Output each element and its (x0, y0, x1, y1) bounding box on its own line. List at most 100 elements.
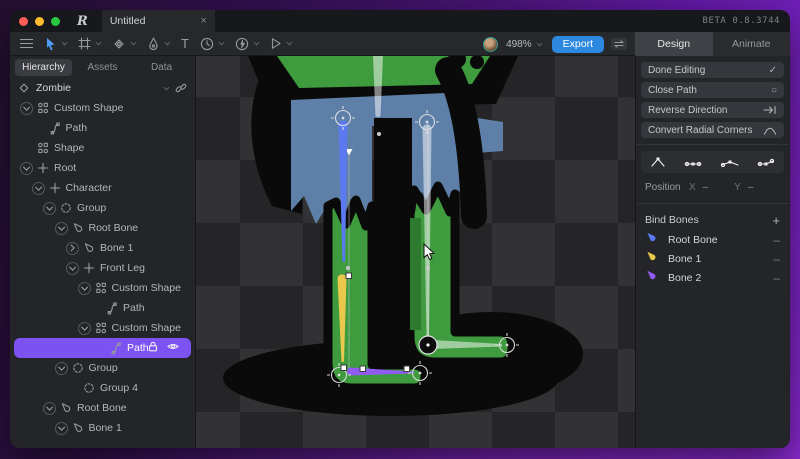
position-y-value[interactable]: – (748, 182, 754, 193)
menu-icon[interactable] (20, 38, 33, 49)
sidebar-tab-data[interactable]: Data (133, 59, 190, 76)
artboard-name: Zombie (36, 82, 72, 94)
tree-row-path[interactable]: Path (10, 298, 195, 318)
caret-down-icon[interactable] (20, 101, 33, 115)
tree-row-path[interactable]: Path (10, 118, 195, 138)
minimize-window-button[interactable] (35, 16, 44, 26)
select-tool[interactable] (44, 37, 68, 51)
events-tool[interactable] (235, 37, 260, 51)
user-avatar[interactable] (483, 36, 499, 52)
caret-down-icon[interactable] (43, 401, 56, 415)
done-editing-button[interactable]: Done Editing ✓ (641, 62, 784, 78)
straight-vertex-icon[interactable] (720, 156, 740, 168)
zoom-window-button[interactable] (51, 16, 60, 26)
tree-row-bone-1[interactable]: Bone 1 (10, 238, 195, 258)
position-label: Position (645, 181, 681, 193)
chevron-down-icon[interactable] (164, 39, 171, 46)
bone-icon (645, 250, 658, 268)
pen-tool[interactable] (147, 36, 171, 51)
stage[interactable] (196, 50, 635, 448)
caret-down-icon[interactable] (77, 281, 91, 295)
selected-joint-marker[interactable] (418, 335, 438, 355)
visibility-eye-icon[interactable] (167, 342, 179, 354)
tree-row-custom-shape[interactable]: Custom Shape (10, 278, 195, 298)
caret-down-icon[interactable] (66, 261, 79, 275)
text-tool[interactable]: T (181, 36, 189, 51)
caret-down-icon[interactable] (43, 201, 56, 215)
caret-down-icon[interactable] (54, 361, 68, 375)
sidebar-tab-hierarchy[interactable]: Hierarchy (15, 58, 72, 76)
group-icon (70, 362, 86, 374)
caret-down-icon[interactable] (77, 321, 91, 335)
tree-row-path[interactable]: Path (14, 338, 191, 358)
close-window-button[interactable] (19, 16, 28, 26)
chevron-down-icon[interactable] (61, 39, 68, 46)
tree-row-custom-shape[interactable]: Custom Shape (10, 98, 195, 118)
bound-bone-row[interactable]: Bone 2 – (636, 268, 789, 287)
tree-row-root[interactable]: Root (10, 158, 195, 178)
chevron-down-icon[interactable] (163, 84, 170, 90)
mode-tab-animate[interactable]: Animate (712, 32, 790, 56)
close-path-button[interactable]: Close Path ○ (641, 82, 784, 98)
corner-vertex-icon[interactable] (649, 156, 667, 168)
tree-label: Group 4 (100, 382, 138, 394)
tree-row-root-bone[interactable]: Root Bone (10, 218, 195, 238)
chevron-down-icon[interactable] (253, 39, 260, 46)
tree-row-custom-shape[interactable]: Custom Shape (10, 318, 195, 338)
export-button[interactable]: Export (551, 35, 604, 53)
remove-bone-button[interactable]: – (773, 252, 780, 266)
title-bar: R Untitled × BETA 0.8.3744 (10, 10, 790, 32)
artboard-tool[interactable] (78, 37, 102, 50)
play-tool[interactable] (270, 37, 293, 50)
mirrored-vertex-icon[interactable] (683, 156, 703, 168)
caret-down-icon[interactable] (20, 161, 33, 175)
add-bone-button[interactable]: + (772, 213, 780, 228)
tree-row-group-4[interactable]: Group 4 (10, 378, 195, 398)
tree-row-bone-1[interactable]: Bone 1 (10, 418, 195, 438)
lock-icon[interactable] (148, 341, 158, 355)
mode-switcher: Design Animate (635, 32, 790, 56)
chevron-down-icon[interactable] (286, 39, 293, 46)
caret-spacer (20, 142, 33, 155)
bound-bone-row[interactable]: Bone 1 – (636, 249, 789, 268)
transform-icon (47, 182, 63, 194)
bound-bone-row[interactable]: Root Bone – (636, 230, 789, 249)
shapes-tool[interactable] (112, 37, 137, 51)
remove-bone-button[interactable]: – (773, 271, 780, 285)
canvas[interactable] (196, 50, 635, 448)
caret-down-icon[interactable] (54, 421, 68, 435)
mode-tab-design[interactable]: Design (635, 32, 713, 56)
caret-right-icon[interactable] (66, 241, 79, 255)
caret-down-icon[interactable] (54, 221, 68, 235)
chevron-down-icon[interactable] (130, 39, 137, 46)
remove-bone-button[interactable]: – (773, 233, 780, 247)
tree-label: Root Bone (77, 402, 127, 414)
chevron-down-icon[interactable] (95, 39, 102, 46)
artboard-row[interactable]: Zombie (10, 78, 195, 98)
shape-icon (93, 282, 109, 294)
asymmetric-vertex-icon[interactable] (756, 156, 776, 168)
layout-toggle-icon[interactable] (611, 38, 627, 50)
chevron-down-icon[interactable] (218, 39, 225, 46)
tree-row-shape[interactable]: Shape (10, 138, 195, 158)
pen-icon (149, 36, 158, 50)
divider (636, 144, 789, 145)
sidebar-tab-assets[interactable]: Assets (74, 59, 131, 76)
tree-row-group[interactable]: Group (10, 198, 195, 218)
position-x-value[interactable]: – (703, 182, 709, 193)
zoom-level-select[interactable]: 498% (506, 39, 542, 50)
time-tool[interactable] (200, 37, 225, 51)
circle-icon: ○ (770, 84, 777, 96)
tree-row-root-bone[interactable]: Root Bone (10, 398, 195, 418)
tab-close-icon[interactable]: × (200, 15, 206, 27)
tree-row-character[interactable]: Character (10, 178, 195, 198)
bone-name: Bone 1 (668, 252, 702, 265)
link-icon[interactable] (175, 82, 187, 94)
convert-radial-corners-button[interactable]: Convert Radial Corners (641, 122, 784, 138)
caret-down-icon[interactable] (31, 181, 45, 195)
reverse-direction-button[interactable]: Reverse Direction (641, 102, 784, 118)
button-label: Convert Radial Corners (648, 124, 753, 136)
file-tab[interactable]: Untitled × (101, 10, 215, 32)
tree-row-group[interactable]: Group (10, 358, 195, 378)
tree-row-front-leg[interactable]: Front Leg (10, 258, 195, 278)
